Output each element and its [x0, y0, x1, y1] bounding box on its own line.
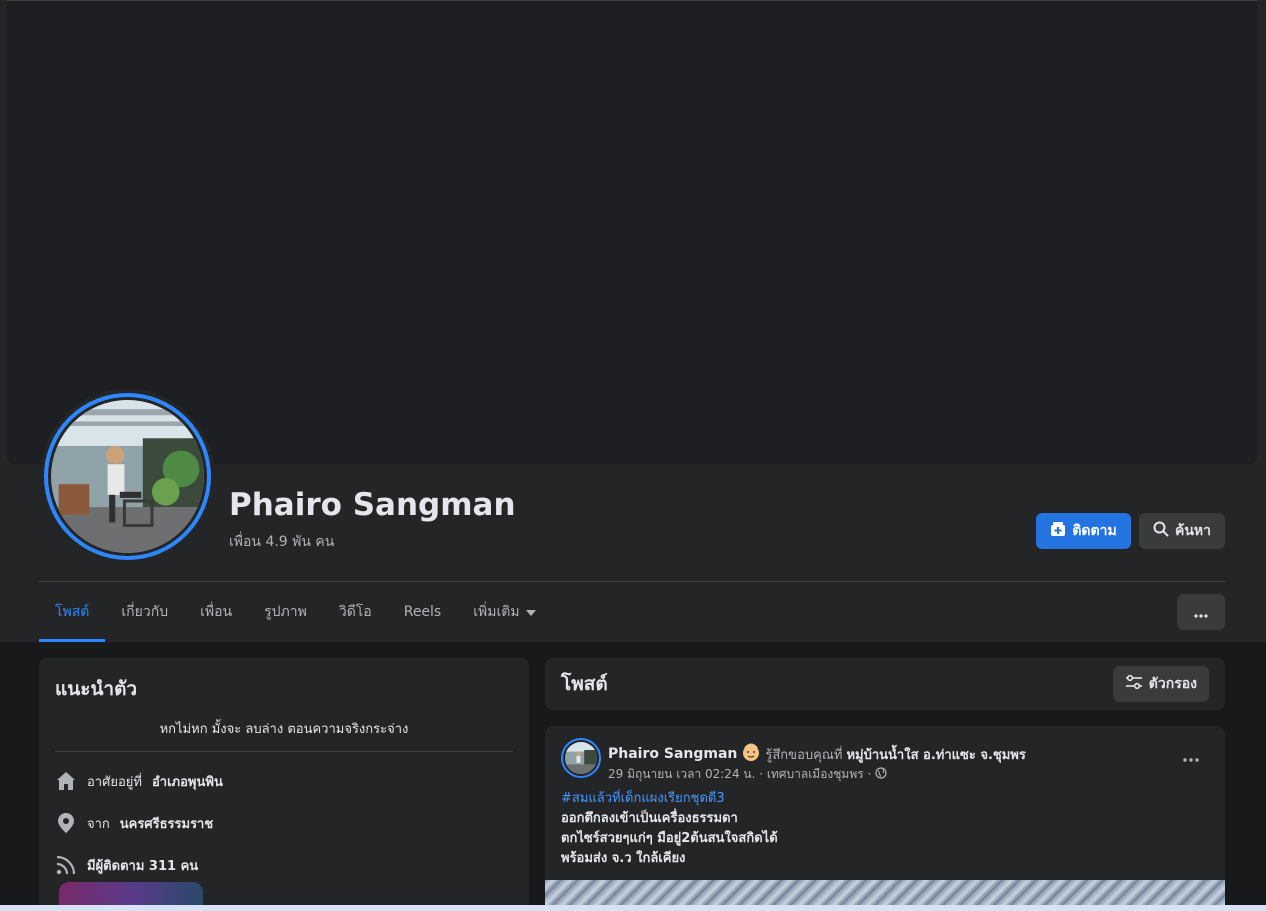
- profile-tabs: โพสต์ เกี่ยวกับ เพื่อน รูปภาพ วิดีโอ Ree…: [39, 582, 552, 642]
- tab-videos[interactable]: วิดีโอ: [323, 582, 388, 642]
- post-feeling: รู้สึกขอบคุณที่: [765, 747, 843, 763]
- grateful-emoji-icon: [741, 742, 761, 766]
- tab-label: เกี่ยวกับ: [121, 604, 169, 620]
- filter-sliders-icon: [1125, 674, 1143, 694]
- post-text-line: พร้อมส่ง จ.ว ใกล้เคียง: [561, 851, 686, 866]
- avatar-container: [40, 389, 215, 564]
- post-options-button[interactable]: [1173, 744, 1209, 768]
- search-label: ค้นหา: [1174, 523, 1212, 539]
- avatar-photo: [51, 400, 204, 553]
- taskbar-edge: [0, 905, 1266, 911]
- caret-down-icon: [525, 604, 536, 620]
- cover-photo[interactable]: [7, 0, 1257, 464]
- post-text-line: ออกตึกลงเข้าเป็นเครื่องธรรมดา: [561, 811, 738, 826]
- more-dots-icon: [1194, 603, 1208, 622]
- intro-divider: [55, 751, 513, 752]
- intro-from: จาก นครศรีธรรมราช: [55, 808, 513, 838]
- follow-icon: [1050, 521, 1066, 541]
- filter-label: ตัวกรอง: [1148, 676, 1197, 692]
- tab-label: Reels: [403, 604, 442, 620]
- post-place[interactable]: หมู่บ้านน้ำใส อ.ท่าแซะ จ.ชุมพร: [846, 744, 1025, 765]
- intro-title: แนะนำตัว: [55, 678, 138, 700]
- intro-card: แนะนำตัว หกไม่หก มั้งจะ ลบล่าง ตอนความจร…: [39, 658, 529, 911]
- search-icon: [1153, 521, 1169, 541]
- post-text-line: ตกไซร์สวยๆแก่ๆ มือยู่2ต้นสนใจสกิดได้: [561, 831, 778, 846]
- follow-label: ติดตาม: [1072, 523, 1117, 539]
- post-timestamp[interactable]: 29 มิถุนายน เวลา 02:24 น. · เทศบาลเมืองช…: [608, 765, 871, 784]
- more-dots-icon: [1183, 747, 1199, 766]
- post-avatar-photo: [565, 742, 597, 774]
- location-pin-icon: [55, 812, 77, 834]
- rss-feed-icon: [55, 854, 77, 876]
- follow-button[interactable]: ติดตาม: [1036, 513, 1131, 549]
- globe-icon: [875, 767, 887, 782]
- post-author-name[interactable]: Phairo Sangman: [608, 746, 737, 762]
- home-icon: [55, 770, 77, 792]
- intro-bio: หกไม่หก มั้งจะ ลบล่าง ตอนความจริงกระจ่าง: [159, 722, 409, 737]
- profile-header: Phairo Sangman เพื่อน 4.9 พัน คน ติดตาม …: [0, 0, 1266, 642]
- search-button[interactable]: ค้นหา: [1139, 513, 1225, 549]
- tab-label: โพสต์: [55, 604, 90, 620]
- post-hashtag[interactable]: #สมแล้วที่เด็กแผงเรียกชุดดี3: [561, 789, 778, 809]
- post-card: Phairo Sangman รู้สึกขอบคุณที่ หมู่บ้านน…: [545, 726, 1225, 911]
- intro-lives-in: อาศัยอยู่ที่ อำเภอพุนพิน: [55, 766, 513, 796]
- tab-label: เพื่อน: [200, 604, 233, 620]
- tab-photos[interactable]: รูปภาพ: [248, 582, 323, 642]
- followers-count[interactable]: มีผู้ติดตาม 311 คน: [87, 855, 198, 876]
- tab-about[interactable]: เกี่ยวกับ: [105, 582, 184, 642]
- tab-label: รูปภาพ: [264, 604, 307, 620]
- tab-reels[interactable]: Reels: [388, 582, 458, 642]
- post-meta: 29 มิถุนายน เวลา 02:24 น. · เทศบาลเมืองช…: [608, 765, 887, 784]
- profile-name: Phairo Sangman: [229, 487, 516, 523]
- posts-header: โพสต์ ตัวกรอง: [545, 658, 1225, 710]
- from-prefix: จาก: [87, 816, 110, 832]
- friends-count[interactable]: เพื่อน 4.9 พัน คน: [229, 531, 334, 553]
- post-header-line: Phairo Sangman รู้สึกขอบคุณที่ หมู่บ้านน…: [608, 742, 1026, 766]
- from-value[interactable]: นครศรีธรรมราช: [120, 813, 213, 834]
- lives-value[interactable]: อำเภอพุนพิน: [152, 771, 223, 792]
- tab-label: วิดีโอ: [338, 604, 372, 620]
- post-body: #สมแล้วที่เด็กแผงเรียกชุดดี3 ออกตึกลงเข้…: [561, 789, 778, 869]
- lives-prefix: อาศัยอยู่ที่: [87, 774, 142, 790]
- post-author-avatar[interactable]: [561, 738, 601, 778]
- profile-avatar[interactable]: [44, 393, 211, 560]
- posts-title: โพสต์: [561, 673, 608, 695]
- tab-label: เพิ่มเติม: [473, 604, 520, 620]
- tab-posts[interactable]: โพสต์: [39, 582, 106, 642]
- intro-followers: มีผู้ติดตาม 311 คน: [55, 850, 513, 880]
- more-options-button[interactable]: [1177, 594, 1225, 630]
- tab-more[interactable]: เพิ่มเติม: [457, 582, 551, 642]
- filter-button[interactable]: ตัวกรอง: [1112, 666, 1209, 702]
- tab-friends[interactable]: เพื่อน: [184, 582, 248, 642]
